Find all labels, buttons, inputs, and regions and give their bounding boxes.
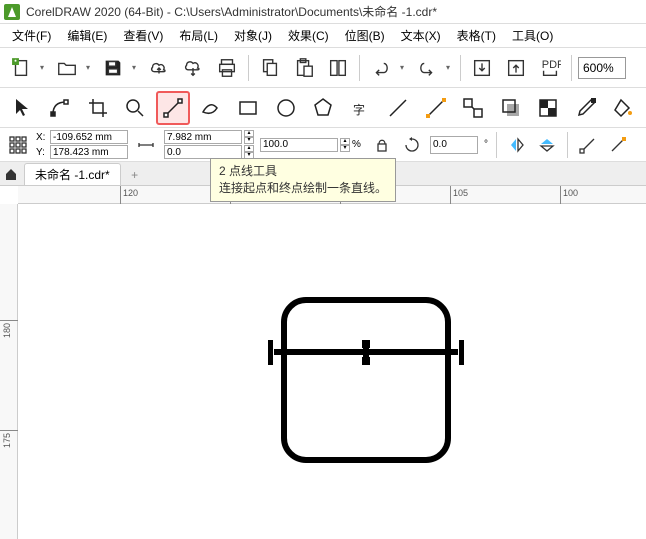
property-bar: X: Y: ▴▾ ▴▾ ▴▾% ° (0, 128, 646, 162)
menu-edit[interactable]: 编辑(E) (59, 25, 115, 46)
titlebar: CorelDRAW 2020 (64-Bit) - C:\Users\Admin… (0, 0, 646, 24)
home-icon[interactable] (0, 163, 22, 185)
menu-view[interactable]: 查看(V) (115, 25, 171, 46)
x-label: X: (36, 132, 48, 143)
import-icon[interactable] (467, 53, 497, 83)
svg-text:PDF: PDF (542, 59, 561, 71)
paste-icon[interactable] (289, 53, 319, 83)
height-stepper[interactable]: ▴▾ (244, 145, 254, 159)
width-stepper[interactable]: ▴▾ (244, 130, 254, 144)
menu-text[interactable]: 文本(X) (393, 25, 449, 46)
copy-icon[interactable] (255, 53, 285, 83)
text-tool-icon[interactable]: 字 (344, 91, 378, 125)
x-field[interactable] (50, 130, 128, 144)
cloud-save-icon[interactable] (178, 53, 208, 83)
app-logo-icon (4, 4, 20, 20)
size-icon (134, 133, 158, 157)
connector-tool-icon[interactable] (419, 91, 453, 125)
save-icon[interactable] (98, 53, 128, 83)
pdf-icon[interactable]: PDF (535, 53, 565, 83)
window-title: CorelDRAW 2020 (64-Bit) - C:\Users\Admin… (26, 3, 437, 20)
tooltip-desc: 连接起点和终点绘制一条直线。 (219, 180, 387, 197)
polygon-tool-icon[interactable] (306, 91, 340, 125)
shape-tool-icon[interactable] (44, 91, 78, 125)
menu-tools[interactable]: 工具(O) (504, 25, 561, 46)
work-area: 120115110105100 180175 (0, 186, 646, 539)
dimension-tool-icon[interactable] (456, 91, 490, 125)
print-icon[interactable] (212, 53, 242, 83)
ruler-vertical[interactable]: 180175 (0, 204, 18, 539)
rotation-icon (400, 133, 424, 157)
document-tab[interactable]: 未命名 -1.cdr* (24, 163, 121, 185)
tooltip: 2 点线工具 连接起点和终点绘制一条直线。 (210, 158, 396, 202)
line-tool-icon[interactable] (381, 91, 415, 125)
ellipse-tool-icon[interactable] (269, 91, 303, 125)
open-icon[interactable] (52, 53, 82, 83)
menu-file[interactable]: 文件(F) (4, 25, 59, 46)
menu-table[interactable]: 表格(T) (449, 25, 504, 46)
scalex-stepper[interactable]: ▴▾ (340, 138, 350, 152)
export-icon[interactable] (501, 53, 531, 83)
svg-text:字: 字 (353, 102, 365, 117)
crop-tool-icon[interactable] (81, 91, 115, 125)
artistic-media-icon[interactable] (194, 91, 228, 125)
new-doc-icon[interactable] (6, 53, 36, 83)
canvas[interactable] (18, 204, 646, 539)
redo-icon[interactable] (412, 53, 442, 83)
pick-tool-icon[interactable] (6, 91, 40, 125)
undo-icon[interactable] (366, 53, 396, 83)
drawn-shape[interactable] (266, 292, 466, 475)
standard-toolbar: ▾ ▾ ▾ ▾ ▾ PDF 600% (0, 48, 646, 88)
two-point-line-tool-icon[interactable] (156, 91, 190, 125)
zoom-tool-icon[interactable] (119, 91, 153, 125)
height-field[interactable] (164, 145, 242, 159)
menu-bitmap[interactable]: 位图(B) (337, 25, 393, 46)
tooltip-title: 2 点线工具 (219, 163, 387, 180)
menubar: 文件(F) 编辑(E) 查看(V) 布局(L) 对象(J) 效果(C) 位图(B… (0, 24, 646, 48)
menu-layout[interactable]: 布局(L) (171, 25, 226, 46)
transparency-icon[interactable] (531, 91, 565, 125)
add-tab-icon[interactable]: + (125, 165, 145, 185)
width-field[interactable] (164, 130, 242, 144)
redo-dropdown[interactable]: ▾ (446, 63, 454, 72)
outline-start-icon[interactable] (576, 133, 600, 157)
rectangle-tool-icon[interactable] (231, 91, 265, 125)
zoom-field[interactable]: 600% (578, 57, 626, 79)
menu-effect[interactable]: 效果(C) (280, 25, 337, 46)
y-label: Y: (36, 147, 48, 158)
lock-ratio-icon[interactable] (370, 133, 394, 157)
outline-end-icon[interactable] (606, 133, 630, 157)
menu-object[interactable]: 对象(J) (226, 25, 280, 46)
toolbox: 字 (0, 88, 646, 128)
y-field[interactable] (50, 145, 128, 159)
fill-tool-icon[interactable] (607, 91, 641, 125)
drop-shadow-icon[interactable] (494, 91, 528, 125)
undo-dropdown[interactable]: ▾ (400, 63, 408, 72)
mirror-v-icon[interactable] (535, 133, 559, 157)
clipboard-icon[interactable] (323, 53, 353, 83)
scalex-field[interactable] (260, 138, 338, 152)
angle-field[interactable] (430, 136, 478, 154)
degree-label: ° (484, 139, 488, 150)
save-dropdown[interactable]: ▾ (132, 63, 140, 72)
open-dropdown[interactable]: ▾ (86, 63, 94, 72)
position-icon (6, 133, 30, 157)
cloud-open-icon[interactable] (144, 53, 174, 83)
mirror-h-icon[interactable] (505, 133, 529, 157)
eyedropper-icon[interactable] (569, 91, 603, 125)
new-dropdown[interactable]: ▾ (40, 63, 48, 72)
